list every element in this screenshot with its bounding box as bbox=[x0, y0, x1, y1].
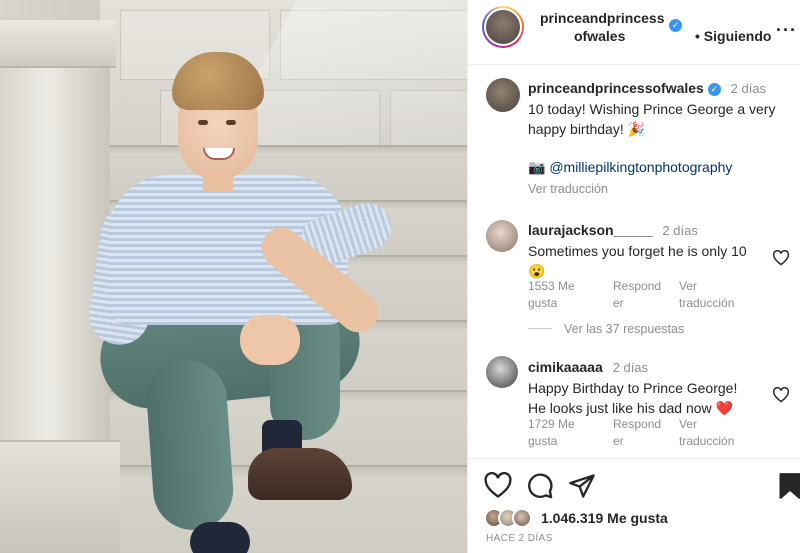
comment-username[interactable]: laurajackson_____ bbox=[528, 222, 653, 238]
caption: princeandprincessofwales ✓ 2 días 10 tod… bbox=[528, 78, 793, 196]
likes-count[interactable]: 1.046.319 Me gusta bbox=[541, 510, 668, 526]
comments-list[interactable]: princeandprincessofwales ✓ 2 días 10 tod… bbox=[468, 66, 800, 458]
translate-link[interactable]: Ver traducción bbox=[679, 416, 734, 450]
verified-icon: ✓ bbox=[669, 19, 682, 32]
likes-count[interactable]: 1553 Me bbox=[528, 278, 575, 295]
caption-text: 10 today! Wishing Prince George a very bbox=[528, 101, 776, 117]
post-header: princeandprincess ofwales ✓ • Siguiendo … bbox=[468, 0, 800, 65]
header-username[interactable]: princeandprincess ofwales bbox=[540, 9, 665, 45]
reply-label[interactable]: er bbox=[613, 433, 661, 450]
heart-icon[interactable] bbox=[484, 472, 512, 500]
verified-icon: ✓ bbox=[707, 82, 721, 96]
hands bbox=[240, 315, 300, 365]
caption-time[interactable]: 2 días bbox=[731, 81, 766, 96]
comment-time[interactable]: 2 días bbox=[613, 360, 648, 375]
reply-button[interactable]: Respond er bbox=[613, 416, 661, 450]
comment-likes[interactable]: 1729 Me gusta bbox=[528, 416, 575, 450]
post-actions: 1.046.319 Me gusta HACE 2 DÍAS bbox=[468, 458, 800, 553]
translate-link[interactable]: Ver traducción bbox=[679, 278, 734, 312]
avatar bbox=[484, 8, 522, 46]
translate-link[interactable]: Ver traducción bbox=[528, 182, 793, 196]
comment: laurajackson_____ 2 días Sometimes you f… bbox=[528, 220, 768, 281]
comment-likes[interactable]: 1553 Me gusta bbox=[528, 278, 575, 312]
heart-icon[interactable] bbox=[772, 250, 790, 266]
likes-count[interactable]: 1729 Me bbox=[528, 416, 575, 433]
caption-text: happy birthday! 🎉 bbox=[528, 121, 646, 137]
likes-count[interactable]: gusta bbox=[528, 433, 575, 450]
following-button[interactable]: • Siguiendo bbox=[695, 28, 771, 44]
translate-label[interactable]: Ver bbox=[679, 278, 734, 295]
hair bbox=[172, 52, 264, 110]
username-line[interactable]: ofwales bbox=[540, 27, 665, 45]
shoe bbox=[248, 448, 352, 500]
eye bbox=[226, 120, 236, 125]
comment-text: He looks just like his dad now ❤️ bbox=[528, 400, 733, 416]
photo-credit-link[interactable]: 📷 @milliepilkingtonphotography bbox=[528, 157, 793, 177]
reply-button[interactable]: Respond er bbox=[613, 278, 661, 312]
more-icon[interactable]: ··· bbox=[776, 20, 797, 41]
post-timestamp[interactable]: HACE 2 DÍAS bbox=[486, 533, 553, 544]
likes-count[interactable]: gusta bbox=[528, 295, 575, 312]
trousers-left-leg bbox=[144, 357, 236, 533]
comment-username[interactable]: cimikaaaaa bbox=[528, 359, 603, 375]
translate-label[interactable]: traducción bbox=[679, 295, 734, 312]
translate-label[interactable]: Ver bbox=[679, 416, 734, 433]
reply-label[interactable]: Respond bbox=[613, 278, 661, 295]
translate-label[interactable]: traducción bbox=[679, 433, 734, 450]
comment-time[interactable]: 2 días bbox=[662, 223, 697, 238]
view-replies-link[interactable]: Ver las 37 respuestas bbox=[564, 322, 684, 336]
post-side-panel: princeandprincess ofwales ✓ • Siguiendo … bbox=[467, 0, 800, 553]
shoe bbox=[190, 522, 250, 553]
story-avatar[interactable] bbox=[482, 6, 524, 48]
avatar[interactable] bbox=[486, 78, 520, 112]
username-line[interactable]: princeandprincess bbox=[540, 9, 665, 27]
comment-text: Sometimes you forget he is only 10 bbox=[528, 243, 747, 259]
post-photo[interactable] bbox=[0, 0, 467, 553]
heart-icon[interactable] bbox=[772, 387, 790, 403]
reply-label[interactable]: Respond bbox=[613, 416, 661, 433]
boy-figure bbox=[0, 0, 467, 553]
caption-username[interactable]: princeandprincessofwales bbox=[528, 80, 704, 96]
comment-icon[interactable] bbox=[526, 472, 554, 500]
comment: cimikaaaaa 2 días Happy Birthday to Prin… bbox=[528, 357, 778, 418]
avatar[interactable] bbox=[486, 220, 518, 252]
reply-label[interactable]: er bbox=[613, 295, 661, 312]
eye bbox=[198, 120, 208, 125]
divider bbox=[528, 328, 552, 329]
bookmark-icon[interactable] bbox=[778, 472, 800, 500]
avatar[interactable] bbox=[486, 356, 518, 388]
liker-avatar[interactable] bbox=[512, 508, 532, 528]
comment-text: Happy Birthday to Prince George! bbox=[528, 380, 738, 396]
share-icon[interactable] bbox=[568, 472, 596, 500]
